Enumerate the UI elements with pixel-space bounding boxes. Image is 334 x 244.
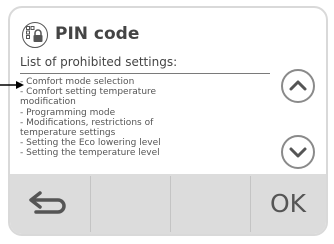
chevron-up-icon [289,80,307,91]
bottom-toolbar: OK [10,174,326,234]
scroll-up-button[interactable] [281,69,315,103]
back-button[interactable] [10,174,90,234]
list-item: modification [20,97,76,108]
list-item: - Modifications, restrictions of [20,117,154,128]
scroll-down-button[interactable] [281,135,315,169]
prohibited-settings-list: - Comfort mode selection - Comfort setti… [20,77,270,159]
list-item: - Setting the Eco lowering level [20,138,161,149]
ok-button[interactable]: OK [250,174,326,234]
toolbar-divider [90,176,91,232]
list-item: - Programming mode [20,107,116,118]
list-heading: List of prohibited settings: [20,55,178,69]
pin-lock-icon [22,22,48,48]
list-item: temperature settings [20,128,116,139]
list-item: - Comfort setting temperature [20,87,157,98]
page-title: PIN code [55,24,140,44]
toolbar-divider [170,176,171,232]
chevron-down-icon [289,147,307,158]
list-item: - Setting the temperature level [20,148,160,159]
heading-underline [20,73,270,74]
arrow-right-icon [0,81,24,89]
list-item: - Comfort mode selection [20,77,135,87]
back-arrow-icon [29,191,66,214]
device-screen: PIN code List of prohibited settings: - … [8,6,328,236]
